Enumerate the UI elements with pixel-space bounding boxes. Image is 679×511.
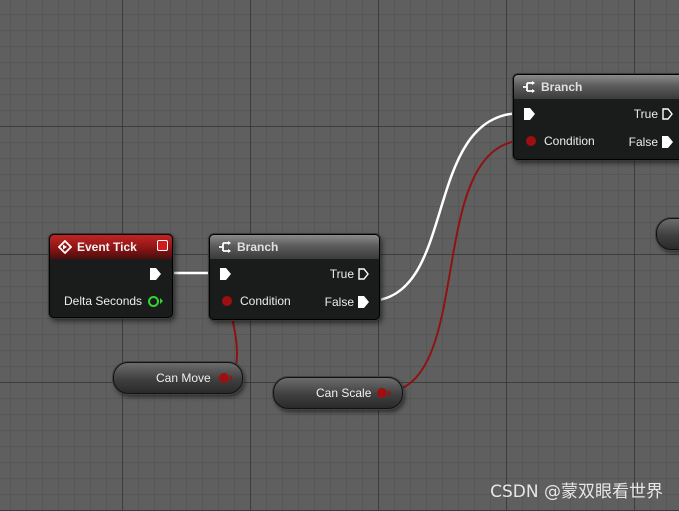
branch-1-true-label: True bbox=[329, 267, 354, 281]
branch-1-condition-label: Condition bbox=[240, 294, 291, 308]
branch-2-title: Branch bbox=[541, 80, 583, 94]
branch-1-title: Branch bbox=[237, 240, 279, 254]
pin-arrow-icon bbox=[388, 390, 391, 396]
bool-out-pin-icon[interactable] bbox=[377, 388, 387, 398]
branch-node-2[interactable]: Branch True Condition False bbox=[513, 74, 679, 160]
branch-1-condition-row: Condition bbox=[222, 294, 291, 308]
event-diamond-icon bbox=[58, 240, 72, 254]
exec-out-true-pin-icon[interactable] bbox=[358, 268, 369, 280]
branch-1-false-label: False bbox=[324, 295, 354, 309]
bool-in-pin-icon[interactable] bbox=[222, 296, 232, 306]
float-out-pin-icon[interactable] bbox=[148, 295, 160, 307]
branch-2-false-label: False bbox=[628, 135, 658, 149]
branch-node-1[interactable]: Branch True Condition False bbox=[209, 234, 380, 320]
bool-wire-can-scale-to-condition[interactable] bbox=[380, 139, 528, 394]
exec-in-pin-icon[interactable] bbox=[220, 268, 231, 280]
pin-arrow-icon bbox=[230, 375, 233, 381]
delta-seconds-row: Delta Seconds bbox=[64, 294, 164, 308]
branch-2-true-label: True bbox=[633, 107, 658, 121]
branch-1-false-row: False bbox=[325, 295, 369, 309]
exec-out-false-pin-icon[interactable] bbox=[358, 296, 369, 308]
branch-icon bbox=[522, 80, 536, 94]
can-move-label: Can Move bbox=[156, 371, 211, 385]
branch-2-true-row: True bbox=[634, 107, 673, 121]
exec-out-true-pin-icon[interactable] bbox=[662, 108, 673, 120]
branch-1-header[interactable]: Branch bbox=[210, 235, 379, 259]
can-scale-label: Can Scale bbox=[316, 386, 372, 400]
delta-seconds-label: Delta Seconds bbox=[64, 294, 143, 308]
pin-arrow-icon bbox=[160, 298, 164, 304]
bool-in-pin-icon[interactable] bbox=[526, 136, 536, 146]
can-move-variable-node[interactable]: Can Move bbox=[113, 362, 243, 394]
can-scale-variable-node[interactable]: Can Scale bbox=[273, 377, 403, 409]
exec-out-pin-icon[interactable] bbox=[150, 268, 161, 280]
offscreen-node[interactable] bbox=[656, 218, 679, 250]
branch-1-exec-in-row bbox=[220, 268, 231, 280]
exec-out-false-pin-icon[interactable] bbox=[662, 136, 673, 148]
exec-in-pin-icon[interactable] bbox=[524, 108, 535, 120]
event-close-icon[interactable] bbox=[157, 240, 168, 251]
branch-2-header[interactable]: Branch bbox=[514, 75, 679, 99]
exec-wire-false-to-branch2[interactable] bbox=[367, 111, 523, 303]
branch-1-true-row: True bbox=[330, 267, 369, 281]
branch-2-condition-row: Condition bbox=[526, 134, 595, 148]
event-tick-exec-out-row bbox=[150, 268, 161, 280]
event-tick-title: Event Tick bbox=[77, 240, 137, 254]
event-tick-node[interactable]: Event Tick Delta Seconds bbox=[49, 234, 173, 318]
branch-2-condition-label: Condition bbox=[544, 134, 595, 148]
watermark-text: CSDN @蒙双眼看世界 bbox=[490, 482, 663, 502]
bool-out-pin-icon[interactable] bbox=[219, 373, 229, 383]
branch-icon bbox=[218, 240, 232, 254]
branch-2-false-row: False bbox=[629, 135, 673, 149]
branch-2-exec-in-row bbox=[524, 108, 535, 120]
event-tick-header[interactable]: Event Tick bbox=[50, 235, 172, 259]
